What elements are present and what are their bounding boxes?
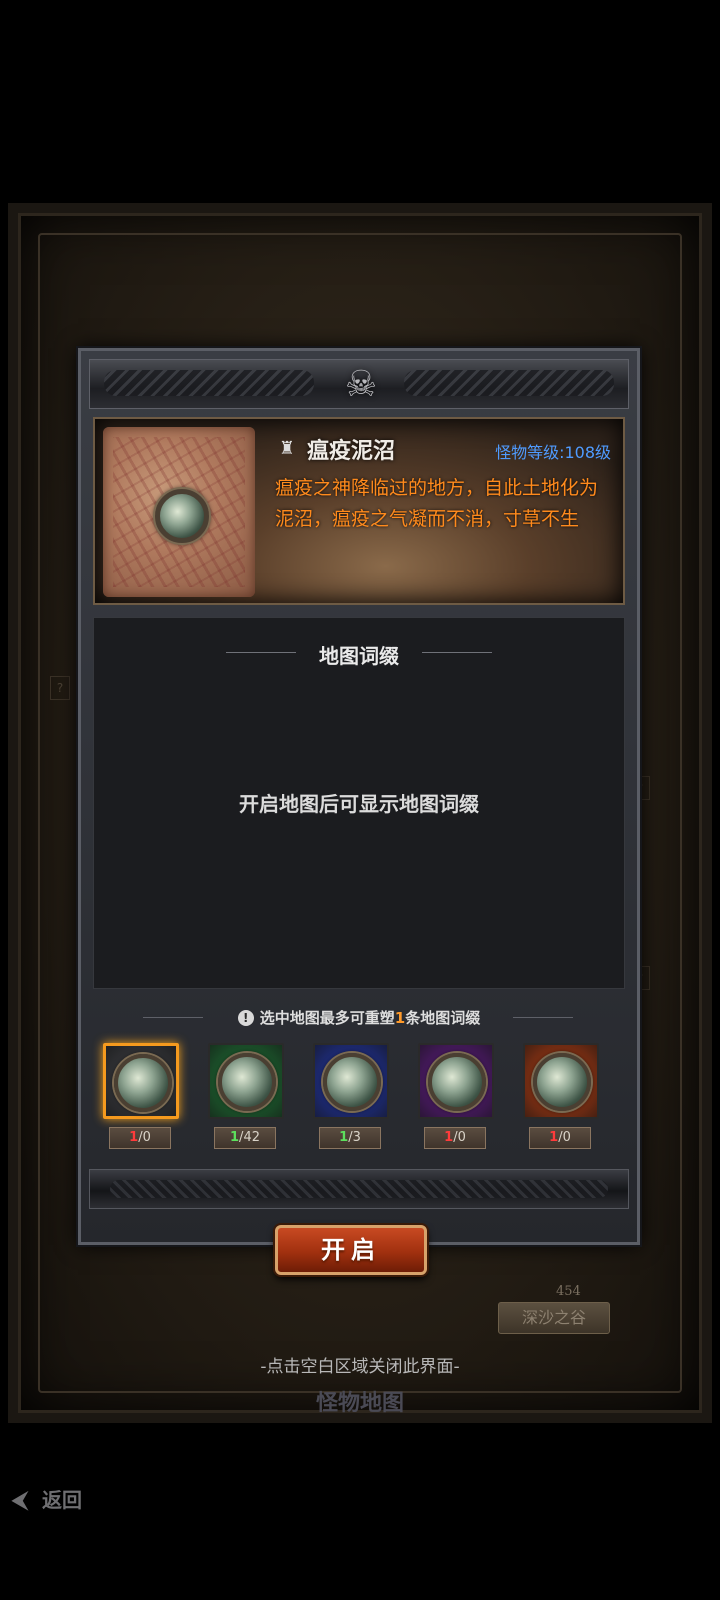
map-header-card: ♜ 瘟疫泥沼 怪物等级:108级 瘟疫之神降临过的地方，自此土地化为泥沼，瘟疫之…	[93, 417, 625, 605]
back-arrow-icon: ⮜	[12, 1488, 28, 1513]
map-slot-blue[interactable]	[313, 1043, 389, 1119]
map-orb-icon	[428, 1053, 486, 1111]
dialog-top-ornament: ☠	[89, 359, 629, 409]
map-orb-icon	[155, 489, 209, 543]
map-orb-icon	[323, 1053, 381, 1111]
background-title: 怪物地图	[315, 1390, 404, 1416]
title-divider	[422, 652, 492, 653]
map-detail-dialog: ☠ ♜ 瘟疫泥沼 怪物等级:108级 瘟疫之神降临过的地方，自此土地化为泥沼，瘟…	[78, 348, 640, 1245]
background-marker: ?	[50, 676, 70, 700]
map-slot-orange[interactable]	[523, 1043, 599, 1119]
slot-count-owned: 1	[549, 1130, 559, 1145]
slot-count: 1/0	[529, 1127, 591, 1149]
map-slot-green[interactable]	[208, 1043, 284, 1119]
slot-count: 1/0	[424, 1127, 486, 1149]
map-description: 瘟疫之神降临过的地方，自此土地化为泥沼，瘟疫之气凝而不消，寸草不生	[275, 477, 599, 530]
screen[interactable]: ? ? ? 454 深沙之谷 怪物地图 ☠ ♜ 瘟疫泥沼 怪物等级:108级 瘟…	[0, 0, 720, 1600]
map-name: 瘟疫泥沼	[307, 438, 396, 464]
slot-count: 1/0	[109, 1127, 171, 1149]
slot-count-total: 0	[142, 1130, 151, 1145]
slot-count-owned: 1	[129, 1130, 139, 1145]
slot-count-total: 0	[562, 1130, 571, 1145]
slot-count-total: 0	[457, 1130, 466, 1145]
map-slot-purple[interactable]	[418, 1043, 494, 1119]
slot-count-total: 3	[352, 1130, 361, 1145]
slot-count: 1/42	[214, 1127, 276, 1149]
hint-divider	[513, 1017, 573, 1018]
back-label: 返回	[42, 1488, 82, 1512]
map-orb-icon	[533, 1053, 591, 1111]
open-map-button[interactable]: 开启	[275, 1225, 427, 1275]
skull-icon: ☠	[344, 364, 378, 405]
reshape-hint-count: 1	[394, 1009, 406, 1027]
slot-count-owned: 1	[444, 1130, 454, 1145]
map-thumbnail	[103, 427, 255, 597]
map-type-icon: ♜	[278, 438, 296, 459]
affix-empty-text: 开启地图后可显示地图词缀	[239, 792, 479, 816]
monster-level: 怪物等级:108级	[495, 443, 611, 462]
dialog-bottom-ornament	[89, 1169, 629, 1209]
slot-count-owned: 1	[230, 1130, 240, 1145]
map-orb-icon	[114, 1054, 172, 1112]
slot-count: 1/3	[319, 1127, 381, 1149]
background-map-number: 454	[556, 1284, 581, 1299]
dismiss-hint: -点击空白区域关闭此界面-	[260, 1357, 460, 1377]
affix-panel: 地图词缀 开启地图后可显示地图词缀	[93, 617, 625, 989]
slot-count-owned: 1	[339, 1130, 349, 1145]
reshape-hint-suffix: 条地图词缀	[405, 1009, 481, 1027]
exclamation-icon: !	[237, 1010, 254, 1026]
map-orb-icon	[218, 1053, 276, 1111]
affix-title: 地图词缀	[319, 644, 399, 668]
background-map-label: 深沙之谷	[498, 1302, 610, 1334]
back-button[interactable]: ⮜ 返回	[12, 1484, 112, 1516]
reshape-hint-text: 选中地图最多可重塑	[259, 1009, 395, 1027]
slot-count-total: 42	[243, 1130, 260, 1145]
map-slot-white[interactable]	[103, 1043, 179, 1119]
